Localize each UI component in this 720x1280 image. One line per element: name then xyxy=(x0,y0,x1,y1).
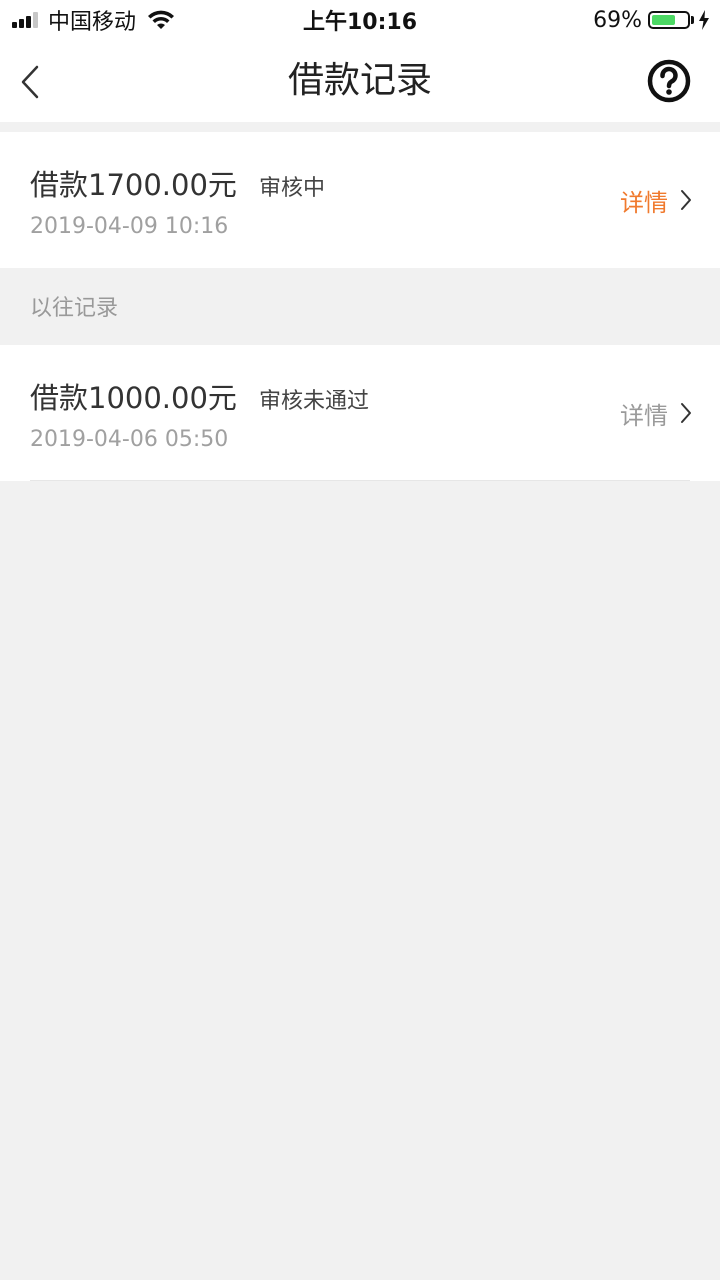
detail-link[interactable]: 详情 xyxy=(620,182,692,218)
battery-tip xyxy=(691,16,694,24)
current-record-card[interactable]: 借款1700.00元 审核中 2019-04-09 10:16 详情 xyxy=(0,132,720,268)
status-bar: 中国移动 上午10:16 69% xyxy=(0,0,720,40)
page-title: 借款记录 xyxy=(287,60,432,101)
carrier-name: 中国移动 xyxy=(48,10,137,35)
loan-amount: 借款1000.00元 xyxy=(30,381,237,415)
list-divider xyxy=(30,480,690,481)
help-button[interactable] xyxy=(644,56,694,106)
back-button[interactable] xyxy=(8,58,52,106)
history-record-card[interactable]: 借款1000.00元 审核未通过 2019-04-06 05:50 详情 xyxy=(0,345,720,481)
loan-amount: 借款1700.00元 xyxy=(30,168,237,202)
chevron-left-icon xyxy=(21,65,39,99)
history-section-header: 以往记录 xyxy=(30,296,119,321)
record-summary: 借款1000.00元 审核未通过 xyxy=(30,375,369,417)
chevron-right-icon xyxy=(681,403,691,423)
chevron-right-icon xyxy=(681,190,691,210)
charging-bolt-icon xyxy=(699,10,709,30)
question-circle-icon xyxy=(647,59,691,103)
signal-icon xyxy=(12,12,40,28)
loan-datetime: 2019-04-06 05:50 xyxy=(30,427,229,452)
battery-percent: 69% xyxy=(593,7,642,33)
detail-label: 详情 xyxy=(620,401,668,430)
wifi-icon xyxy=(148,10,175,29)
status-left: 中国移动 xyxy=(12,6,176,35)
loan-status: 审核中 xyxy=(258,176,325,201)
record-summary: 借款1700.00元 审核中 xyxy=(30,162,325,204)
nav-bar: 借款记录 xyxy=(0,40,720,122)
battery-icon xyxy=(648,11,690,29)
battery-fill xyxy=(652,15,676,25)
detail-link[interactable]: 详情 xyxy=(620,395,692,431)
detail-label: 详情 xyxy=(620,188,668,217)
loan-datetime: 2019-04-09 10:16 xyxy=(30,214,229,239)
loan-status: 审核未通过 xyxy=(258,389,369,414)
status-right: 69% xyxy=(593,6,710,34)
